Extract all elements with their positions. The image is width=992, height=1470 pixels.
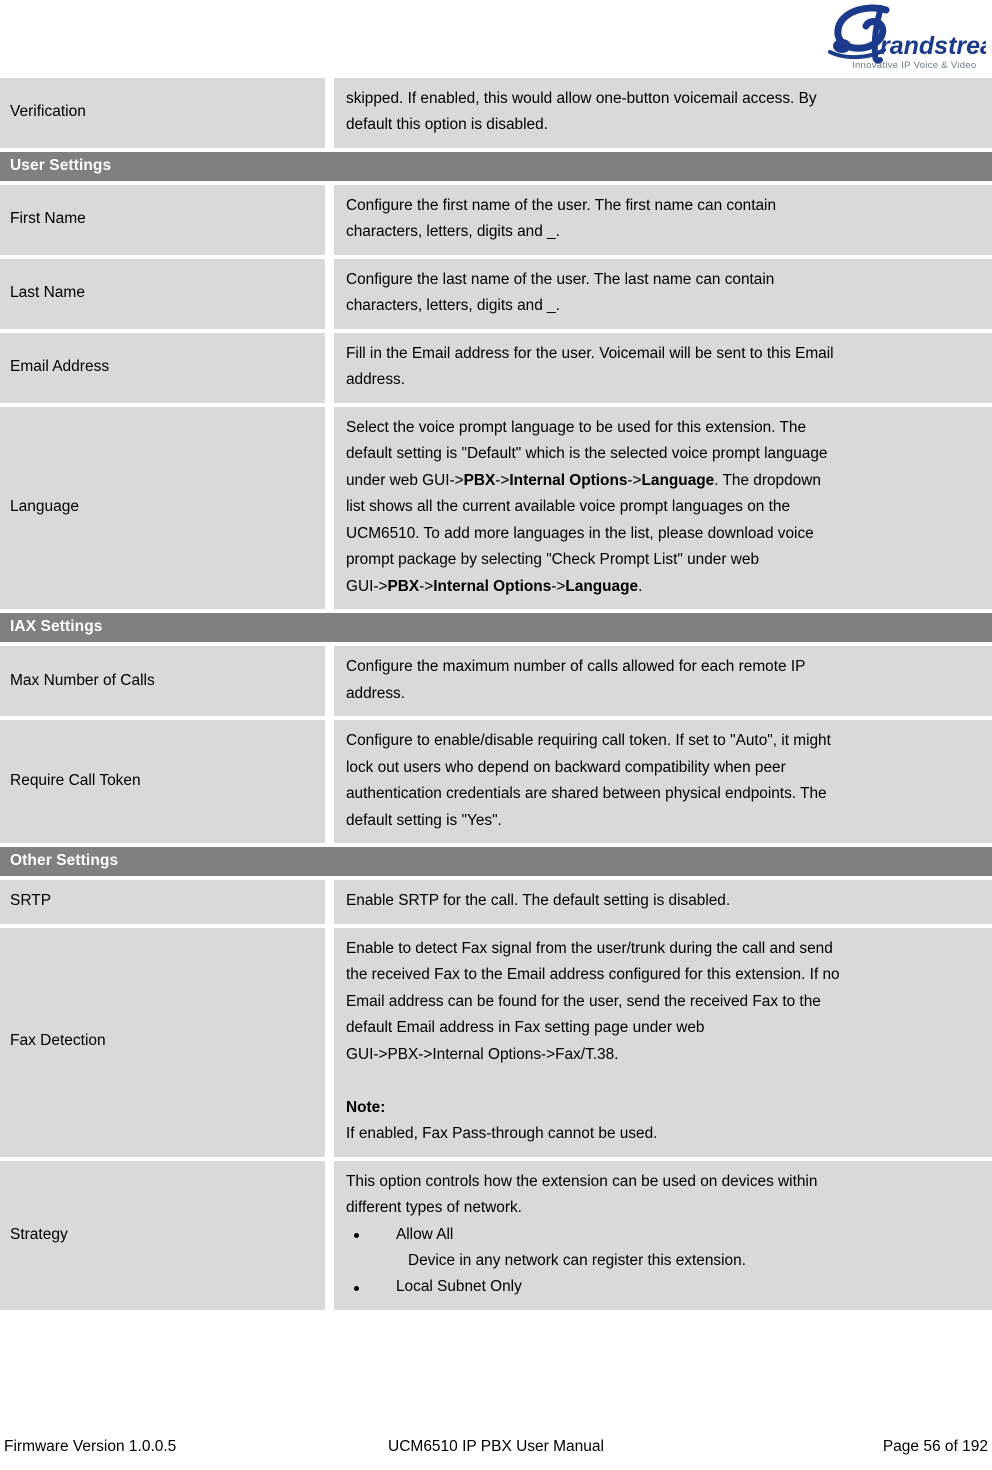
row-description: Configure to enable/disable requiring ca… [334, 720, 992, 848]
footer-manual-title: UCM6510 IP PBX User Manual [388, 1438, 604, 1455]
table-row: Language Select the voice prompt languag… [0, 406, 992, 614]
list-item-label: Local Subnet Only [396, 1278, 522, 1296]
row-description: Enable to detect Fax signal from the use… [334, 927, 992, 1161]
desc-line: Enable to detect Fax signal from the use… [346, 939, 833, 957]
desc-line: skipped. If enabled, this would allow on… [346, 90, 817, 107]
row-description: This option controls how the extension c… [334, 1160, 992, 1314]
row-description: Configure the last name of the user. The… [334, 258, 992, 333]
section-header-row: User Settings [0, 151, 992, 185]
note-title: Note: [346, 1098, 386, 1116]
list-item-description: Device in any network can register this … [408, 1251, 746, 1269]
table-row: SRTP Enable SRTP for the call. The defau… [0, 880, 992, 928]
desc-line: address. [346, 684, 406, 702]
desc-line: characters, letters, digits and _. [346, 223, 560, 241]
table-row: First Name Configure the first name of t… [0, 184, 992, 259]
list-item: Local Subnet Only [346, 1274, 982, 1300]
strategy-option-list: Allow All Device in any network can regi… [346, 1222, 982, 1301]
desc-line: Configure the last name of the user. The… [346, 270, 775, 288]
desc-line: list shows all the current available voi… [346, 498, 791, 516]
row-label: Language [0, 406, 334, 614]
section-header-label: Other Settings [0, 847, 992, 881]
row-label: First Name [0, 184, 334, 259]
footer-firmware-version: Firmware Version 1.0.0.5 [4, 1438, 177, 1455]
desc-line: Configure the first name of the user. Th… [346, 196, 777, 214]
desc-line: default setting is "Yes". [346, 811, 502, 829]
desc-line: UCM6510. To add more languages in the li… [346, 524, 814, 542]
desc-line: GUI->PBX->Internal Options->Fax/T.38. [346, 1045, 619, 1063]
grandstream-logo-icon: randstream Innovative IP Voice & Video [828, 4, 986, 71]
desc-line: default Email address in Fax setting pag… [346, 1019, 705, 1037]
row-label: Fax Detection [0, 927, 334, 1161]
desc-line: authentication credentials are shared be… [346, 785, 827, 803]
section-header-label: User Settings [0, 151, 992, 185]
row-description: skipped. If enabled, this would allow on… [334, 78, 992, 152]
page-footer: Firmware Version 1.0.0.5 UCM6510 IP PBX … [0, 1438, 992, 1456]
desc-line: Select the voice prompt language to be u… [346, 418, 807, 436]
desc-line: Configure the maximum number of calls al… [346, 658, 806, 676]
section-header-row: IAX Settings [0, 613, 992, 647]
desc-line: under web GUI->PBX->Internal Options->La… [346, 471, 821, 489]
desc-line: prompt package by selecting "Check Promp… [346, 551, 759, 569]
row-description: Configure the first name of the user. Th… [334, 184, 992, 259]
desc-line: default this option is disabled. [346, 116, 548, 134]
desc-line: Fill in the Email address for the user. … [346, 344, 834, 362]
row-label: Strategy [0, 1160, 334, 1314]
row-label: Email Address [0, 332, 334, 407]
table-row: Verification skipped. If enabled, this w… [0, 78, 992, 152]
table-row: Email Address Fill in the Email address … [0, 332, 992, 407]
desc-spacer [346, 1068, 982, 1094]
table-row: Fax Detection Enable to detect Fax signa… [0, 927, 992, 1161]
table-row: Require Call Token Configure to enable/d… [0, 720, 992, 848]
desc-line: different types of network. [346, 1199, 522, 1217]
grandstream-tagline: Innovative IP Voice & Video [852, 60, 976, 71]
row-description: Fill in the Email address for the user. … [334, 332, 992, 407]
desc-line: This option controls how the extension c… [346, 1172, 818, 1190]
row-description: Select the voice prompt language to be u… [334, 406, 992, 614]
row-label: Max Number of Calls [0, 646, 334, 721]
section-header-label: IAX Settings [0, 613, 992, 647]
note-body: If enabled, Fax Pass-through cannot be u… [346, 1125, 658, 1143]
settings-description-table: Verification skipped. If enabled, this w… [0, 78, 992, 1314]
page-header: randstream Innovative IP Voice & Video [0, 0, 992, 78]
footer-page-number: Page 56 of 192 [882, 1438, 988, 1455]
grandstream-logo: randstream Innovative IP Voice & Video [818, 2, 986, 74]
bullet-icon [354, 1285, 359, 1291]
list-item-label: Allow All [396, 1225, 454, 1243]
grandstream-wordmark: randstream [880, 32, 986, 60]
section-header-row: Other Settings [0, 847, 992, 881]
row-label: Last Name [0, 258, 334, 333]
table-body: Verification skipped. If enabled, this w… [0, 78, 992, 1314]
row-label: Require Call Token [0, 720, 334, 848]
desc-line: lock out users who depend on backward co… [346, 758, 786, 776]
desc-line: Email address can be found for the user,… [346, 992, 821, 1010]
desc-line: Configure to enable/disable requiring ca… [346, 732, 831, 750]
desc-line: default setting is "Default" which is th… [346, 445, 828, 463]
table-row: Strategy This option controls how the ex… [0, 1160, 992, 1314]
row-description: Configure the maximum number of calls al… [334, 646, 992, 721]
desc-line: GUI->PBX->Internal Options->Language. [346, 577, 643, 595]
list-item: Allow All Device in any network can regi… [346, 1222, 982, 1275]
row-description: Enable SRTP for the call. The default se… [334, 880, 992, 928]
bullet-icon [354, 1232, 359, 1238]
desc-line: characters, letters, digits and _. [346, 297, 560, 315]
table-row: Max Number of Calls Configure the maximu… [0, 646, 992, 721]
row-label: SRTP [0, 880, 334, 928]
desc-line: address. [346, 371, 406, 389]
row-label: Verification [0, 78, 334, 152]
table-row: Last Name Configure the last name of the… [0, 258, 992, 333]
desc-line: Enable SRTP for the call. The default se… [346, 892, 731, 910]
desc-line: the received Fax to the Email address co… [346, 966, 840, 984]
